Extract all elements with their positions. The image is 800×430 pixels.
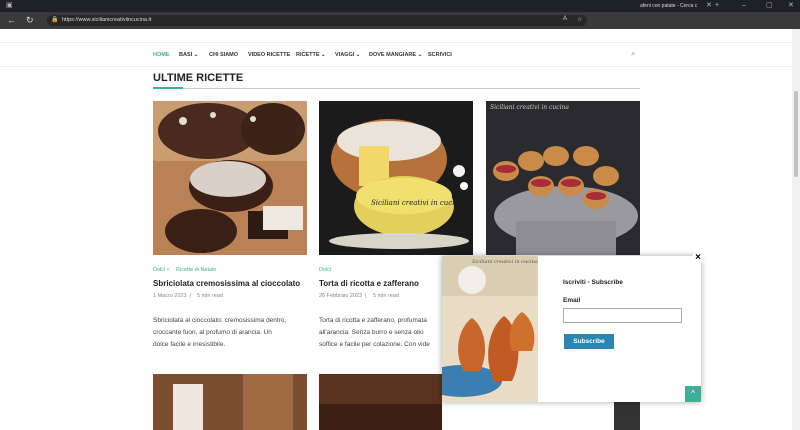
subscribe-popup: Siciliani creativi in cucina [442, 256, 701, 402]
nav-home[interactable]: HOME [153, 52, 170, 58]
excerpt-line: Sbriciolata al cioccolato: cremosissima … [153, 317, 287, 324]
card-category[interactable]: Dolci [319, 267, 331, 273]
excerpt-line: all'arancia. Senza burro e senza olio [319, 329, 424, 336]
new-tab-icon[interactable]: + [715, 2, 719, 10]
card-excerpt: Sbriciolata al cioccolato: cremosissima … [153, 315, 286, 351]
card-category[interactable]: Dolci [153, 267, 165, 273]
url-field[interactable]: 🔒 https://www.sicilianicreativiincucina.… [47, 15, 587, 26]
section-divider [153, 88, 640, 89]
site-topbar [0, 29, 800, 43]
image-watermark: Siciliani creativi in cucina [490, 104, 569, 111]
tab-title[interactable]: afeni con patate - Cerca c [640, 3, 697, 9]
meta-separator: | [365, 293, 367, 299]
nav-viaggi[interactable]: VIAGGI ⌄ [335, 52, 360, 58]
excerpt-line: dolce facile e irresistibile. [153, 341, 226, 348]
section-accent [153, 87, 183, 89]
refresh-icon[interactable]: ↻ [26, 15, 34, 25]
lock-icon: 🔒 [51, 17, 59, 23]
nav-scrivici[interactable]: SCRIVICI [428, 52, 452, 58]
favorite-icon[interactable]: ☆ [577, 16, 582, 23]
search-icon[interactable]: ⌕ [631, 49, 635, 59]
close-window-icon[interactable]: ✕ [788, 2, 794, 10]
section-title: ULTIME RICETTE [153, 72, 244, 84]
scroll-to-top-icon[interactable]: ^ [685, 386, 701, 402]
card-category[interactable]: Ricette di Natale [176, 267, 216, 273]
card-date: 26 Febbraio 2023 [319, 293, 363, 299]
image-watermark: Siciliani creativi in cucina [371, 199, 464, 207]
excerpt-line: soffice e facile per colazione. Con vide [319, 341, 430, 348]
card-image-next-2[interactable] [319, 374, 442, 430]
window-icon[interactable]: ▣ [6, 2, 13, 10]
nav-dove-mangiare[interactable]: DOVE MANGIARE ⌄ [369, 52, 422, 58]
site-navigation: HOME BASI ⌄ CHI SIAMO VIDEO RICETTE RICE… [0, 43, 800, 67]
card-image-next-3[interactable] [614, 402, 640, 430]
url-text: https://www.sicilianicreativiincucina.it [62, 17, 152, 23]
maximize-icon[interactable]: ▢ [766, 2, 773, 10]
email-field[interactable] [563, 308, 682, 323]
email-label: Email [563, 297, 581, 304]
card-title[interactable]: Torta di ricotta e zafferano [319, 279, 419, 288]
close-tab-icon[interactable]: ✕ [706, 2, 712, 10]
nav-ricette[interactable]: RICETTE ⌄ [296, 52, 326, 58]
back-icon[interactable]: ← [7, 15, 16, 25]
browser-titlebar: ▣ afeni con patate - Cerca c ✕ + – ▢ ✕ [0, 0, 800, 12]
card-title[interactable]: Sbriciolata cremosissima al cioccolato [153, 279, 300, 288]
close-icon[interactable]: × [692, 252, 704, 264]
card-read-time: 5 min read [197, 293, 223, 299]
popup-title: Iscriviti - Subscribe [563, 279, 623, 286]
read-aloud-icon[interactable]: A [563, 16, 567, 22]
card-read-time: 5 min read [373, 293, 399, 299]
card-date: 1 Marzo 2023 [153, 293, 187, 299]
card-image-sbriciolata[interactable] [153, 101, 307, 255]
subscribe-button[interactable]: Subscribe [564, 334, 614, 349]
excerpt-line: Torta di ricotta e zafferano, profumata [319, 317, 427, 324]
card-image-next-1[interactable] [153, 374, 307, 430]
card-image-bignè[interactable]: Siciliani creativi in cucina [486, 101, 640, 255]
excerpt-line: croccante fuori, al profumo di arancia. … [153, 329, 272, 336]
card-image-torta-ricotta[interactable]: Siciliani creativi in cucina [319, 101, 473, 255]
minimize-icon[interactable]: – [742, 2, 746, 10]
nav-basi[interactable]: BASI ⌄ [179, 52, 198, 58]
category-separator: • [167, 267, 169, 273]
meta-separator: | [190, 293, 192, 299]
scrollbar-thumb[interactable] [794, 91, 798, 177]
nav-chi-siamo[interactable]: CHI SIAMO [209, 52, 238, 58]
card-excerpt: Torta di ricotta e zafferano, profumata … [319, 315, 442, 351]
address-bar: ← ↻ 🔒 https://www.sicilianicreativiincuc… [0, 12, 800, 29]
nav-video-ricette[interactable]: VIDEO RICETTE [248, 52, 290, 58]
popup-image: Siciliani creativi in cucina [442, 256, 538, 402]
image-watermark: Siciliani creativi in cucina [472, 259, 538, 265]
page-scrollbar[interactable] [792, 29, 800, 430]
